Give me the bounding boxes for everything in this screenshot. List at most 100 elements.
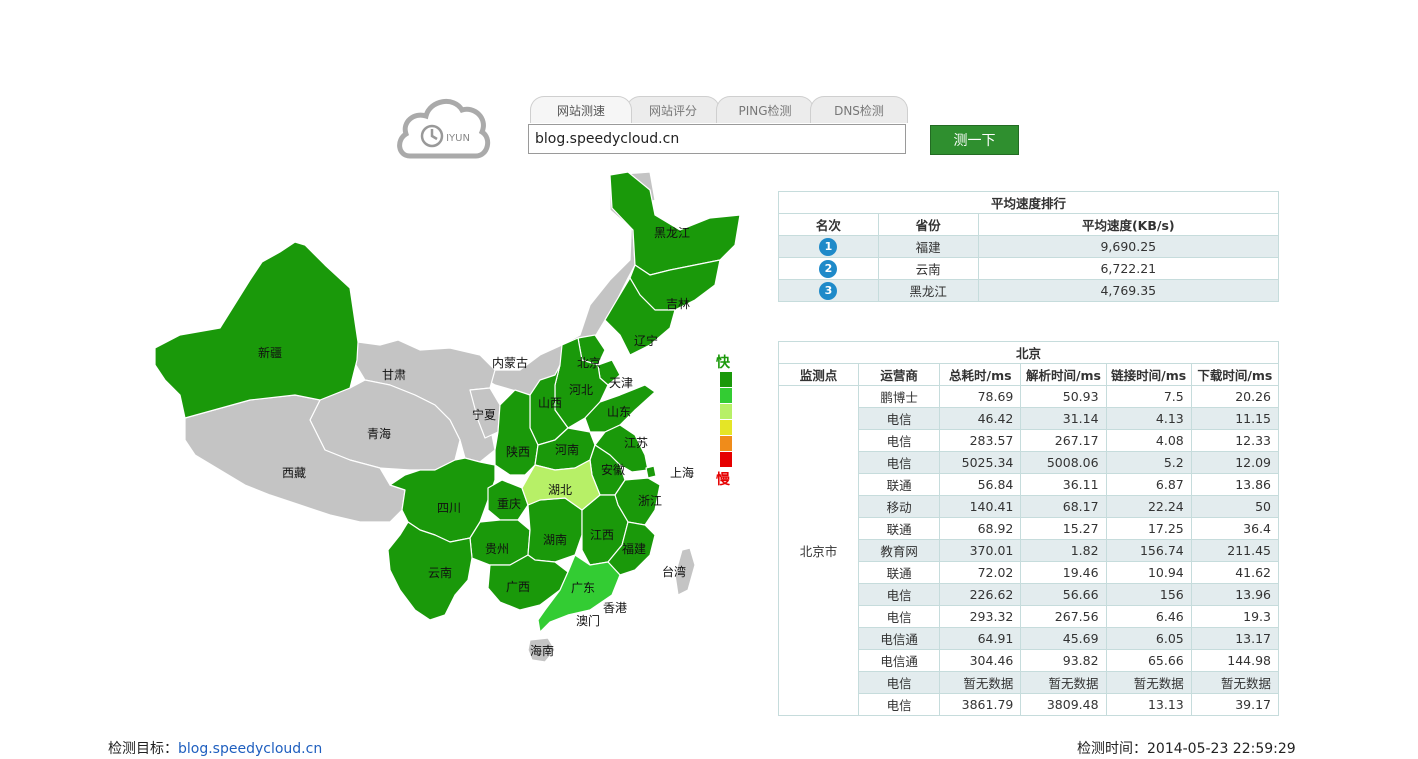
detail-download: 20.26 — [1190, 385, 1280, 408]
rank-header-province: 省份 — [877, 213, 979, 236]
region-xinjiang[interactable] — [154, 241, 359, 419]
check-target-link[interactable]: blog.speedycloud.cn — [178, 741, 322, 757]
tab-website-score[interactable]: 网站评分 — [626, 96, 720, 123]
rank-row[interactable]: 1 福建 9,690.25 — [778, 235, 1280, 258]
detail-total: 293.32 — [939, 605, 1022, 628]
label-xinjiang: 新疆 — [258, 345, 282, 360]
detail-dns: 50.93 — [1020, 385, 1107, 408]
rank-header-rank: 名次 — [778, 213, 879, 236]
label-henan: 河南 — [555, 442, 579, 457]
legend-level-6 — [720, 452, 732, 467]
label-guizhou: 贵州 — [485, 542, 509, 556]
detail-dns: 15.27 — [1020, 517, 1107, 540]
detail-download: 12.09 — [1190, 451, 1280, 474]
detail-connect: 6.46 — [1105, 605, 1192, 628]
tab-dns-test[interactable]: DNS检测 — [810, 96, 908, 123]
label-jilin: 吉林 — [666, 297, 690, 311]
label-chongqing: 重庆 — [497, 497, 521, 511]
label-hunan: 湖南 — [543, 532, 567, 547]
detail-connect: 156 — [1105, 583, 1192, 606]
tab-website-speed[interactable]: 网站测速 — [530, 96, 632, 123]
detail-isp: 联通 — [858, 517, 941, 540]
iyun-logo[interactable]: IYUN — [396, 94, 492, 162]
detail-download: 41.62 — [1190, 561, 1280, 584]
label-fujian: 福建 — [622, 541, 646, 556]
legend-fast-label: 快 — [716, 355, 730, 371]
label-beijing: 北京 — [577, 356, 601, 370]
label-shanghai: 上海 — [670, 465, 694, 480]
test-button[interactable]: 测一下 — [930, 125, 1019, 155]
detail-isp: 电信通 — [858, 649, 941, 672]
label-hebei: 河北 — [569, 383, 593, 397]
url-input[interactable] — [528, 124, 906, 154]
detail-header-download: 下载时间/ms — [1190, 363, 1280, 386]
label-sichuan: 四川 — [437, 501, 461, 515]
detail-download: 13.86 — [1190, 473, 1280, 496]
rank-speed: 6,722.21 — [977, 257, 1280, 280]
detail-isp: 电信 — [858, 429, 941, 452]
detail-connect: 10.94 — [1105, 561, 1192, 584]
logo-text: IYUN — [446, 133, 470, 144]
detail-total: 3861.79 — [939, 693, 1022, 716]
label-gansu: 甘肃 — [382, 368, 406, 382]
label-ningxia: 宁夏 — [472, 407, 496, 422]
detail-header-connect: 链接时间/ms — [1105, 363, 1192, 386]
label-tianjin: 天津 — [609, 376, 633, 390]
detail-isp: 鹏博士 — [858, 385, 941, 408]
label-zhejiang: 浙江 — [638, 494, 662, 508]
detail-connect: 17.25 — [1105, 517, 1192, 540]
rank-row[interactable]: 3 黑龙江 4,769.35 — [778, 279, 1280, 302]
label-shandong: 山东 — [607, 405, 631, 419]
detail-download: 144.98 — [1190, 649, 1280, 672]
detail-total: 46.42 — [939, 407, 1022, 430]
detail-connect: 22.24 — [1105, 495, 1192, 518]
detail-isp: 电信 — [858, 693, 941, 716]
legend-level-4 — [720, 420, 732, 435]
detail-table-title: 北京 — [778, 341, 1279, 364]
detail-connect: 65.66 — [1105, 649, 1192, 672]
detail-isp: 电信通 — [858, 627, 941, 650]
detail-isp: 联通 — [858, 561, 941, 584]
detail-isp: 电信 — [858, 407, 941, 430]
detail-isp: 电信 — [858, 605, 941, 628]
label-guangdong: 广东 — [571, 581, 595, 595]
label-hubei: 湖北 — [548, 482, 572, 497]
label-taiwan: 台湾 — [662, 564, 686, 579]
label-yunnan: 云南 — [428, 565, 452, 580]
label-macau: 澳门 — [576, 613, 600, 628]
region-hunan[interactable] — [527, 497, 583, 563]
detail-connect: 6.05 — [1105, 627, 1192, 650]
detail-total: 72.02 — [939, 561, 1022, 584]
rank-speed: 4,769.35 — [977, 279, 1280, 302]
detail-dns: 1.82 — [1020, 539, 1107, 562]
detail-download: 19.3 — [1190, 605, 1280, 628]
detail-isp: 教育网 — [858, 539, 941, 562]
detail-total: 283.57 — [939, 429, 1022, 452]
detail-total: 68.92 — [939, 517, 1022, 540]
tab-ping-test[interactable]: PING检测 — [716, 96, 814, 123]
detail-isp: 电信 — [858, 451, 941, 474]
detail-download: 13.17 — [1190, 627, 1280, 650]
rank-badge: 2 — [819, 259, 838, 278]
detail-download: 13.96 — [1190, 583, 1280, 606]
check-time: 检测时间：2014-05-23 22:59:29 — [1077, 738, 1296, 758]
label-shaanxi: 陕西 — [506, 444, 530, 459]
region-shanghai[interactable] — [645, 465, 657, 479]
average-speed-ranking-table: 平均速度排行 名次 省份 平均速度(KB/s) 1 福建 9,690.25 2 … — [778, 191, 1280, 302]
detail-total: 暂无数据 — [939, 671, 1022, 694]
detail-isp: 电信 — [858, 671, 941, 694]
detail-connect: 暂无数据 — [1105, 671, 1192, 694]
label-hainan: 海南 — [530, 643, 554, 658]
detail-row[interactable]: 北京市 鹏博士 78.69 50.93 7.5 20.26 — [777, 385, 1280, 716]
detail-total: 5025.34 — [939, 451, 1022, 474]
detail-dns: 19.46 — [1020, 561, 1107, 584]
label-xizang: 西藏 — [282, 466, 306, 480]
rank-province: 云南 — [877, 257, 979, 280]
detail-connect: 13.13 — [1105, 693, 1192, 716]
rank-row[interactable]: 2 云南 6,722.21 — [778, 257, 1280, 280]
rank-province: 福建 — [877, 235, 979, 258]
beijing-detail-table: 北京 监测点 运营商 总耗时/ms 解析时间/ms 链接时间/ms 下载时间/m… — [777, 341, 1280, 716]
detail-connect: 156.74 — [1105, 539, 1192, 562]
legend-level-1 — [720, 372, 732, 387]
detail-connect: 7.5 — [1105, 385, 1192, 408]
